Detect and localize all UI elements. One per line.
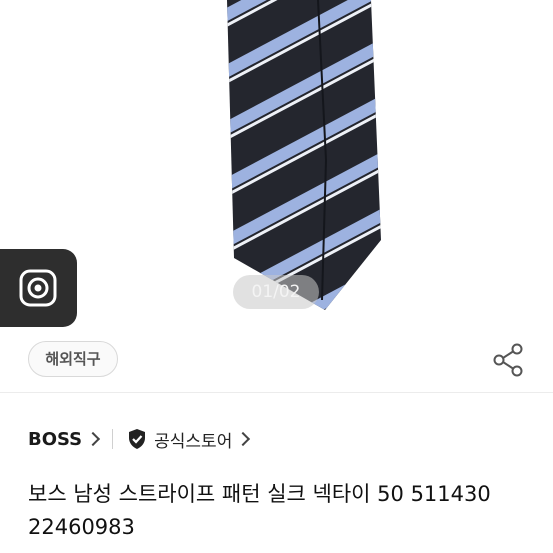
chevron-right-icon: [236, 431, 251, 447]
overseas-direct-badge: 해외직구: [28, 341, 118, 377]
camera-search-button[interactable]: [0, 249, 77, 327]
section-divider: [0, 392, 553, 393]
image-page-indicator: 01/02: [233, 275, 319, 309]
brand-link[interactable]: BOSS: [28, 428, 101, 450]
product-image-gallery[interactable]: 01/02: [0, 0, 553, 325]
product-title: 보스 남성 스트라이프 패턴 실크 넥타이 50 511430 22460983: [28, 482, 491, 539]
brand-row: BOSS 공식스토어: [28, 424, 251, 454]
camera-icon: [19, 269, 57, 307]
share-icon[interactable]: [492, 343, 524, 377]
brand-name: BOSS: [28, 428, 83, 450]
official-store-label: 공식스토어: [154, 431, 233, 452]
official-store-link[interactable]: 공식스토어: [127, 427, 251, 452]
chevron-right-icon: [86, 431, 101, 447]
shield-check-icon: [129, 429, 146, 449]
brand-separator: [112, 429, 114, 449]
